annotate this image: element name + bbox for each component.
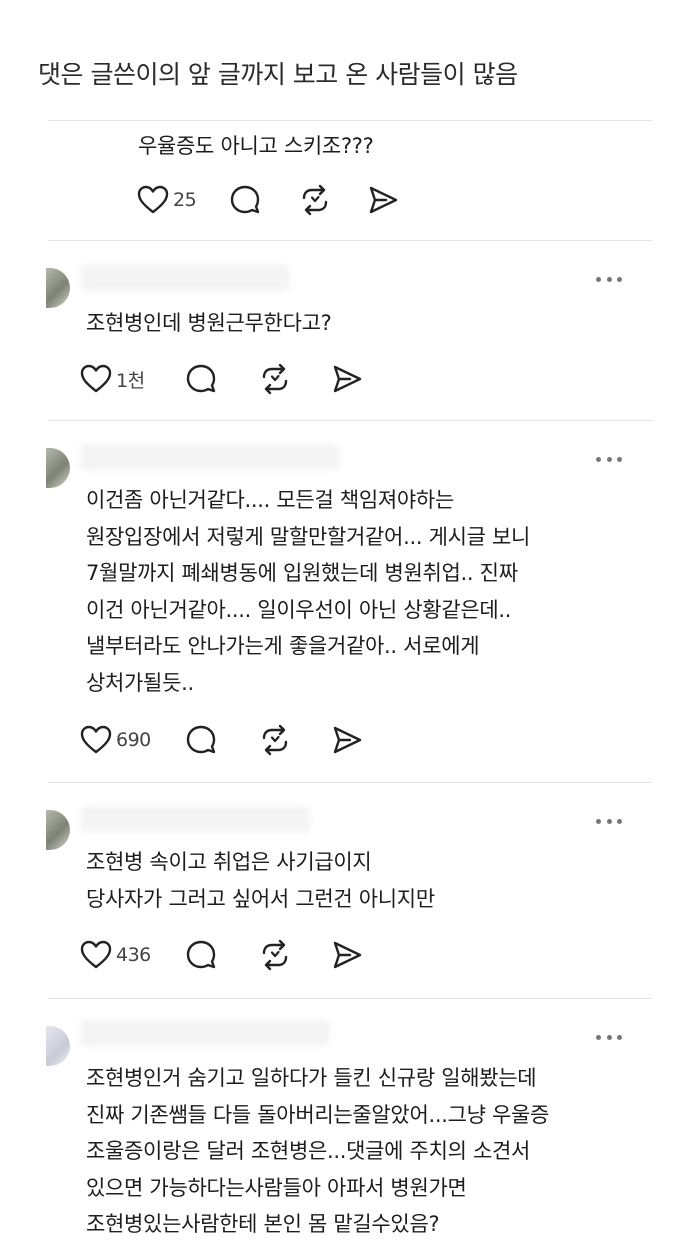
like-button[interactable]: 436 bbox=[80, 938, 151, 972]
more-icon[interactable] bbox=[596, 1032, 622, 1042]
post-3-line: 조현병 속이고 취업은 사기급이지 bbox=[86, 850, 372, 874]
heart-icon bbox=[80, 725, 112, 754]
comment-button[interactable] bbox=[185, 938, 217, 972]
like-button[interactable]: 690 bbox=[80, 723, 151, 757]
post-2-line: 이건좀 아닌거같다.... 모든걸 책임져야하는 bbox=[86, 488, 454, 512]
post-0-line: 우율증도 아니고 스키조??? bbox=[138, 134, 374, 158]
heart-icon bbox=[80, 364, 112, 393]
divider bbox=[48, 420, 652, 421]
username-redacted bbox=[80, 806, 310, 832]
repost-icon bbox=[262, 363, 287, 395]
more-icon[interactable] bbox=[596, 274, 622, 284]
comment-button[interactable] bbox=[185, 723, 217, 757]
share-icon bbox=[369, 186, 398, 214]
divider bbox=[48, 240, 652, 241]
share-button[interactable] bbox=[331, 938, 363, 972]
post-2-line: 원장입장에서 저렇게 말할만할거같어... 게시글 보니 bbox=[86, 524, 531, 549]
username-redacted bbox=[80, 444, 340, 470]
post-3-line: 당사자가 그러고 싶어서 그런건 아니지만 bbox=[86, 886, 435, 911]
avatar[interactable] bbox=[46, 268, 70, 308]
repost-icon bbox=[302, 184, 328, 216]
comment-icon bbox=[230, 185, 260, 214]
share-button[interactable] bbox=[367, 183, 399, 217]
like-count: 25 bbox=[173, 189, 197, 211]
more-icon[interactable] bbox=[596, 454, 622, 464]
like-count: 1천 bbox=[116, 369, 145, 392]
share-button[interactable] bbox=[331, 362, 363, 396]
comment-button[interactable] bbox=[229, 183, 261, 217]
repost-button[interactable] bbox=[259, 938, 291, 972]
repost-button[interactable] bbox=[259, 362, 291, 396]
comment-icon bbox=[186, 940, 215, 969]
share-icon bbox=[333, 941, 361, 969]
more-icon[interactable] bbox=[596, 816, 622, 826]
post-1-actions: 1천 bbox=[80, 362, 363, 396]
repost-button[interactable] bbox=[299, 183, 331, 217]
post-2-line: 이건 아닌거같아.... 일이우선이 아닌 상황같은데.. bbox=[86, 597, 512, 622]
post-1-body: 조현병인데 병원근무한다고? bbox=[86, 305, 332, 342]
username-redacted bbox=[80, 265, 290, 291]
repost-icon bbox=[262, 724, 287, 756]
share-icon bbox=[333, 726, 361, 754]
share-button[interactable] bbox=[331, 723, 363, 757]
avatar[interactable] bbox=[46, 448, 70, 488]
post-4-line: 조현병인거 숨기고 일하다가 들킨 신규랑 일해봤는데 bbox=[86, 1066, 537, 1090]
like-button[interactable]: 1천 bbox=[80, 362, 145, 396]
repost-icon bbox=[262, 939, 287, 971]
heart-icon bbox=[80, 940, 112, 969]
avatar[interactable] bbox=[46, 1026, 70, 1066]
like-count: 690 bbox=[116, 729, 151, 751]
post-2-line: 7월말까지 폐쇄병동에 입원했는데 병원취업.. 진짜 bbox=[86, 561, 518, 585]
comment-button[interactable] bbox=[185, 362, 217, 396]
post-2-actions: 690 bbox=[80, 723, 363, 757]
post-4-line: 진짜 기존쌤들 다들 돌아버리는줄알았어...그냥 우울증 bbox=[86, 1102, 550, 1127]
comment-icon bbox=[186, 725, 215, 754]
comment-icon bbox=[186, 364, 215, 393]
post-4-line: 조울증이랑은 달러 조현병은...댓글에 주치의 소견서 bbox=[86, 1139, 531, 1163]
username-redacted bbox=[80, 1020, 330, 1046]
heart-icon bbox=[137, 185, 169, 214]
divider bbox=[48, 120, 652, 121]
post-2-line: 낼부터라도 안나가는게 좋을거같아.. 서로에게 bbox=[86, 634, 480, 658]
post-4-line: 있으면 가능하다는사람들아 아파서 병원가면 bbox=[86, 1175, 467, 1200]
screenshot-caption: 댓은 글쓴이의 앞 글까지 보고 온 사람들이 많음 bbox=[38, 60, 518, 89]
post-2-line: 상처가될듯.. bbox=[86, 670, 194, 695]
like-button[interactable]: 25 bbox=[137, 183, 197, 217]
share-icon bbox=[333, 365, 361, 393]
divider bbox=[48, 782, 652, 783]
like-count: 436 bbox=[116, 944, 151, 966]
post-3-body: 조현병 속이고 취업은 사기급이지 당사자가 그러고 싶어서 그런건 아니지만 bbox=[86, 844, 435, 917]
post-1-line: 조현병인데 병원근무한다고? bbox=[86, 311, 332, 335]
post-0-body: 우율증도 아니고 스키조??? bbox=[138, 128, 374, 165]
post-4-line: 조현병있는사람한테 본인 몸 맡길수있음? bbox=[86, 1212, 440, 1236]
divider bbox=[48, 998, 652, 999]
avatar[interactable] bbox=[46, 810, 70, 850]
repost-button[interactable] bbox=[259, 723, 291, 757]
post-2-body: 이건좀 아닌거같다.... 모든걸 책임져야하는 원장입장에서 저렇게 말할만할… bbox=[86, 482, 530, 701]
post-3-actions: 436 bbox=[80, 938, 363, 972]
post-0-actions: 25 bbox=[137, 183, 399, 217]
post-4-body: 조현병인거 숨기고 일하다가 들킨 신규랑 일해봤는데 진짜 기존쌤들 다들 돌… bbox=[86, 1060, 549, 1243]
